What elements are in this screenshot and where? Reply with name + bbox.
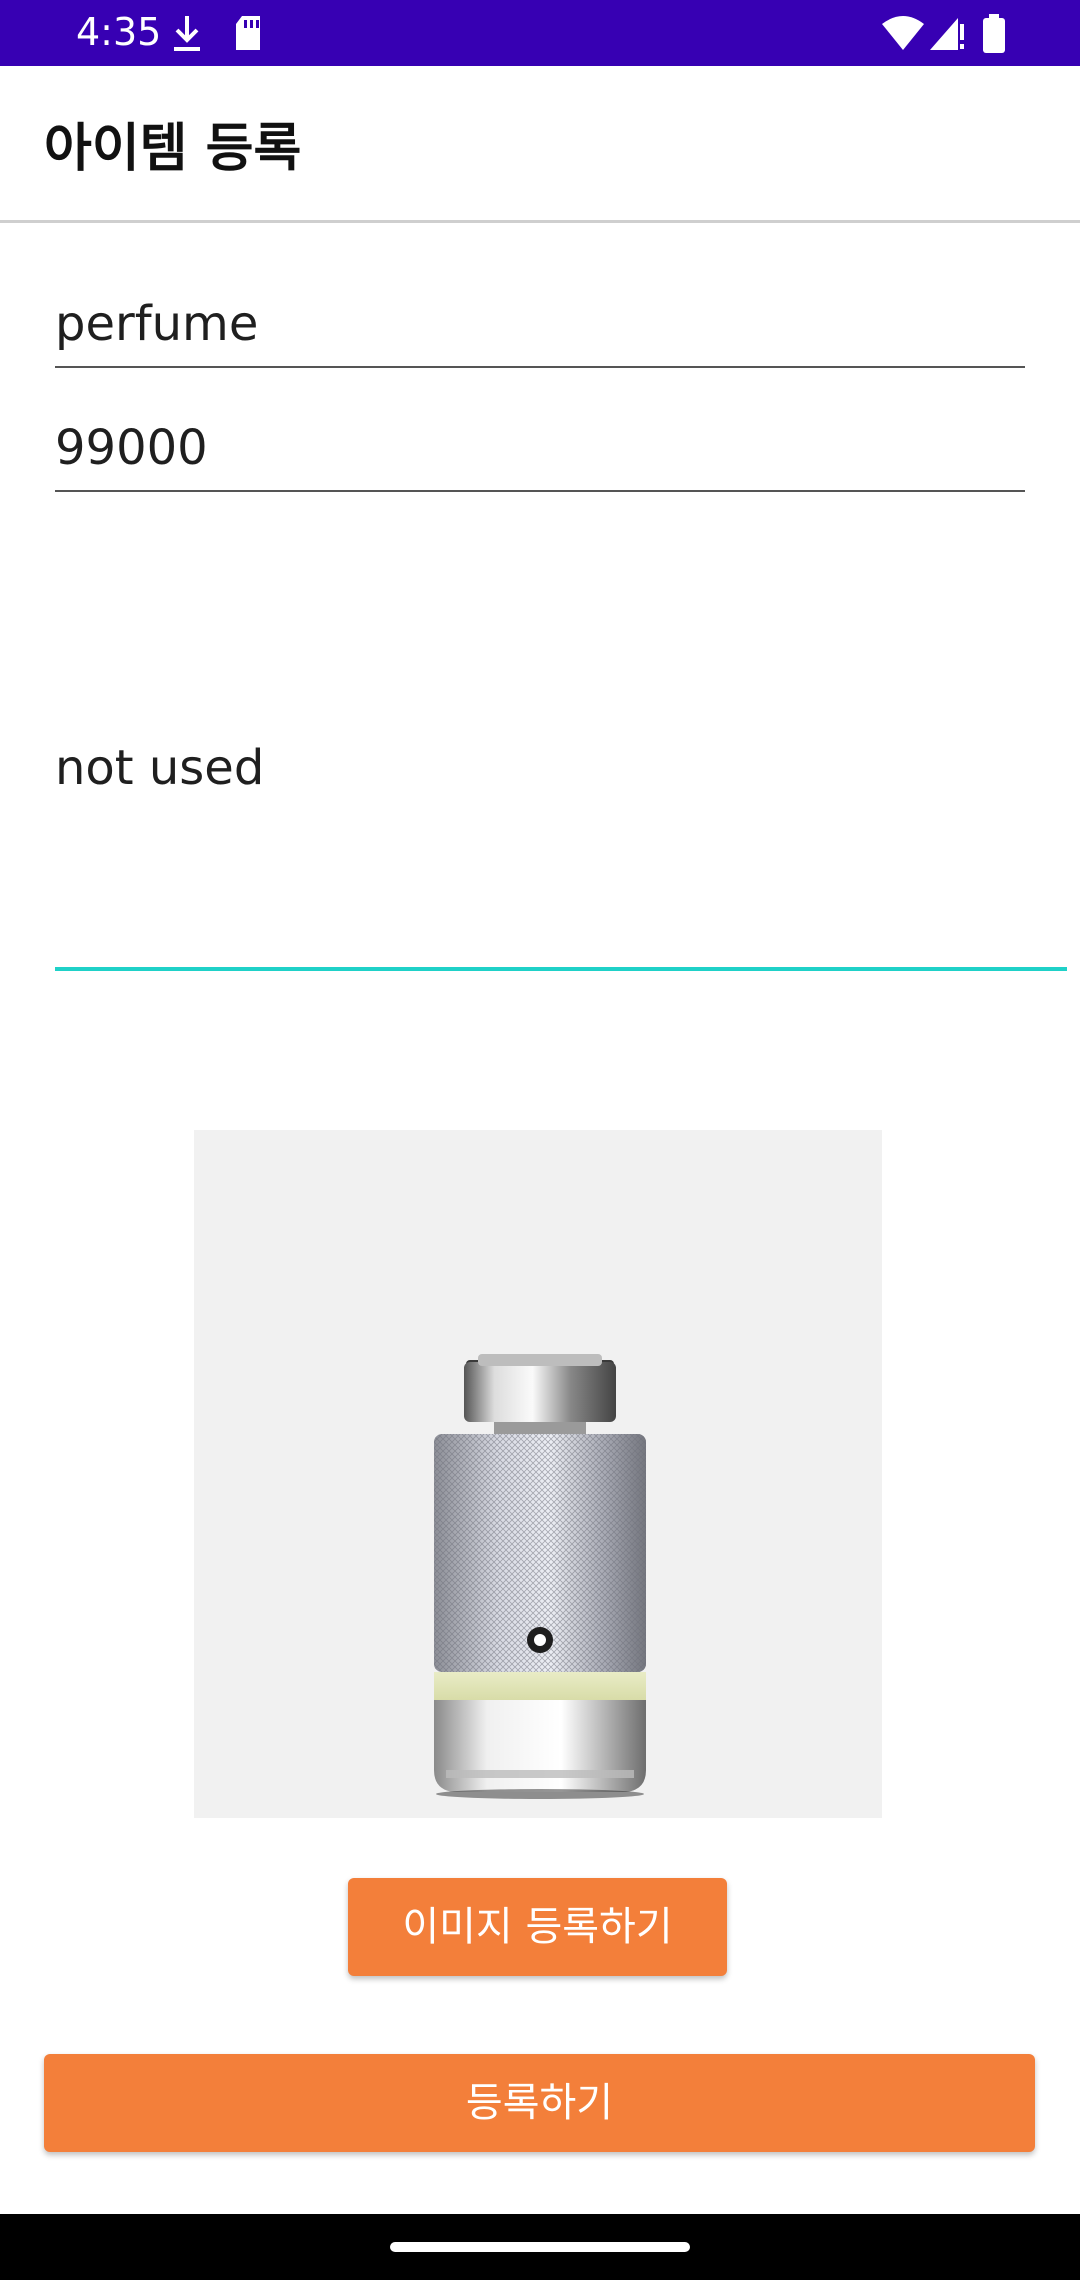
item-description-underline (55, 967, 1067, 971)
item-name-value: perfume (55, 296, 259, 352)
register-image-button[interactable]: 이미지 등록하기 (348, 1878, 727, 1976)
item-description-field[interactable]: not used (55, 740, 1067, 972)
status-time: 4:35 (76, 10, 162, 54)
register-label: 등록하기 (465, 2080, 614, 2126)
sd-card-icon (232, 14, 264, 56)
register-image-label: 이미지 등록하기 (402, 1904, 673, 1950)
home-gesture-handle[interactable] (390, 2242, 690, 2252)
perfume-bottle-image (434, 1354, 646, 1799)
register-button[interactable]: 등록하기 (44, 2054, 1035, 2152)
app-bar: 아이템 등록 (0, 66, 1080, 223)
navigation-bar (0, 2214, 1080, 2280)
page-title: 아이템 등록 (44, 119, 302, 179)
item-price-value: 99000 (55, 420, 208, 476)
download-icon (170, 14, 204, 58)
signal-icon (928, 14, 966, 56)
item-name-field[interactable]: perfume (55, 296, 1025, 368)
item-description-value: not used (55, 740, 265, 796)
item-image (194, 1130, 882, 1818)
status-bar: 4:35 (0, 0, 1080, 66)
battery-icon (982, 14, 1006, 58)
item-price-underline (55, 490, 1025, 492)
item-price-field[interactable]: 99000 (55, 420, 1025, 492)
wifi-icon (880, 14, 926, 56)
item-name-underline (55, 366, 1025, 368)
